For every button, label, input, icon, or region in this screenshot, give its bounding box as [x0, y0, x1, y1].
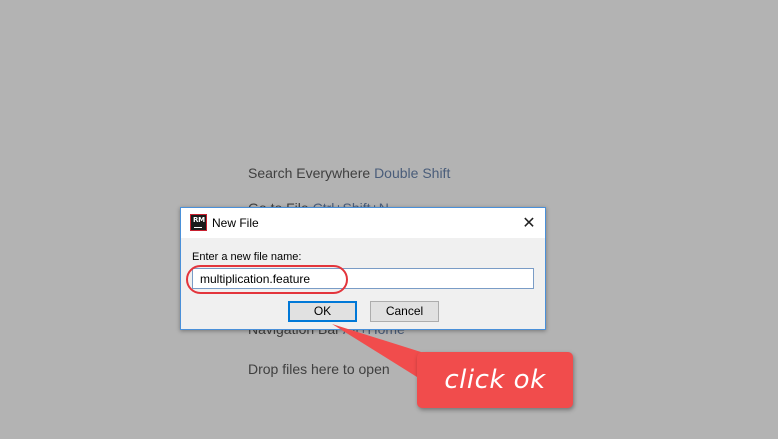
- click-ok-callout: click ok: [417, 352, 573, 408]
- callout-pointer-arrow: [332, 324, 440, 382]
